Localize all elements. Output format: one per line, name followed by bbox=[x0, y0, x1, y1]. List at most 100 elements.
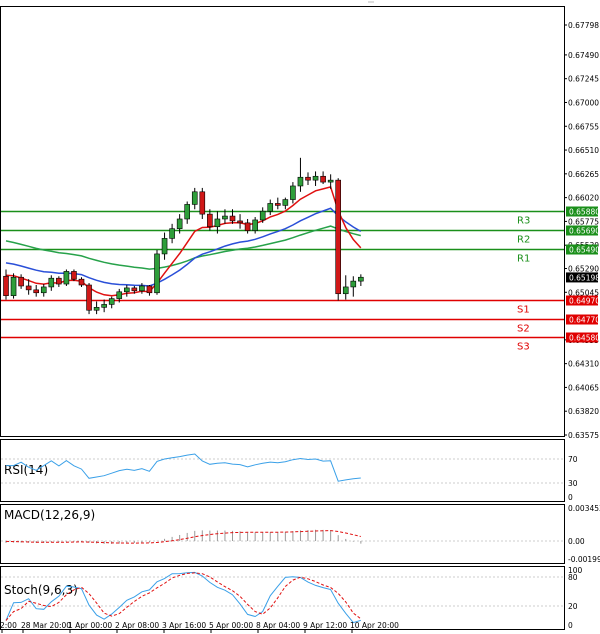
level-name-s1: S1 bbox=[517, 305, 530, 316]
candle-body bbox=[274, 203, 281, 206]
price-tick-label: 0.63575 bbox=[568, 431, 599, 440]
candle-body bbox=[25, 285, 32, 291]
candle-body bbox=[184, 204, 190, 220]
candle-body bbox=[222, 215, 228, 220]
price-tick-label: 0.66020 bbox=[568, 194, 599, 203]
candle-body bbox=[252, 219, 258, 231]
time-tick-label: 9 Apr 12:00 bbox=[303, 621, 347, 630]
macd-tick-high: 0.003453 bbox=[568, 504, 600, 513]
candle-body bbox=[56, 277, 62, 285]
candle-body bbox=[78, 278, 85, 286]
candle-body bbox=[176, 218, 183, 229]
candle-body bbox=[33, 289, 40, 294]
time-tick-label: 8 Apr 04:00 bbox=[256, 621, 300, 630]
trading-chart[interactable]: 0.67798 0.67490 0.67245 0.67000 0.66755 0.665… bbox=[0, 0, 600, 634]
rsi-tick-0: 0 bbox=[568, 493, 573, 502]
level-name-s3: S3 bbox=[517, 342, 530, 353]
price-tick-label: 0.64065 bbox=[568, 383, 599, 392]
rsi-pane-frame bbox=[0, 439, 565, 502]
level-name-r1: R1 bbox=[517, 254, 530, 265]
candle-body bbox=[10, 276, 17, 296]
time-tick-label: 3 Apr 16:00 bbox=[162, 621, 206, 630]
candle-body bbox=[71, 271, 77, 280]
candle-body bbox=[229, 215, 236, 222]
candle-body bbox=[40, 286, 47, 294]
price-tick-label: 0.66265 bbox=[568, 170, 599, 179]
candle-body bbox=[342, 286, 349, 295]
time-tick-label: 2 Apr 08:00 bbox=[115, 621, 159, 630]
candle-body bbox=[320, 175, 326, 183]
candle-body bbox=[124, 287, 130, 293]
level-price-label-s1: 0.64970 bbox=[569, 297, 600, 306]
candle-body bbox=[350, 280, 357, 288]
macd-title: MACD(12,26,9) bbox=[4, 508, 95, 522]
candle-body bbox=[161, 238, 168, 255]
candle-body bbox=[101, 304, 107, 308]
stoch-tick-0: 0 bbox=[568, 621, 573, 630]
price-tick-label: 0.66755 bbox=[568, 122, 599, 131]
rsi-tick-30: 30 bbox=[568, 479, 578, 488]
candle-body bbox=[312, 175, 319, 181]
rsi-tick-70: 70 bbox=[568, 455, 578, 464]
price-tick-label: 0.67490 bbox=[568, 51, 599, 60]
macd-tick-zero: 0.00 bbox=[568, 537, 585, 546]
candle-body bbox=[169, 228, 175, 239]
time-tick-label: 1 Apr 00:00 bbox=[68, 621, 112, 630]
price-tick-label: 0.67000 bbox=[568, 98, 599, 107]
candle-body bbox=[237, 220, 243, 224]
level-price-label-s2: 0.64770 bbox=[569, 316, 600, 325]
candle-body bbox=[48, 277, 55, 288]
current-price-marker: 0.65198 bbox=[566, 272, 600, 283]
level-price-label-s3: 0.64580 bbox=[569, 334, 600, 343]
candle-body bbox=[63, 271, 70, 285]
current-price-label: 0.65198 bbox=[569, 273, 600, 282]
candle-body bbox=[18, 276, 24, 287]
candle-body bbox=[214, 218, 221, 228]
price-tick-label: 0.67798 bbox=[568, 21, 599, 30]
time-axis: 2:00 28 Mar 20:001 Apr 00:00 2 Apr 08:00 3 … bbox=[0, 621, 399, 633]
candle-body bbox=[154, 253, 160, 294]
candle-body bbox=[267, 203, 274, 212]
candle-body bbox=[305, 176, 311, 181]
candle-body bbox=[131, 287, 138, 292]
candle-body bbox=[327, 179, 334, 183]
candle-body bbox=[191, 191, 198, 205]
level-name-s2: S2 bbox=[517, 324, 530, 335]
time-tick-label: 28 Mar 20:00 bbox=[21, 621, 71, 630]
candle-body bbox=[116, 291, 123, 299]
price-tick-label: 0.65290 bbox=[568, 264, 599, 273]
candle-body bbox=[199, 191, 206, 215]
candle-body bbox=[86, 284, 92, 311]
price-tick-label: 0.64310 bbox=[568, 360, 599, 369]
level-price-label-r3: 0.65880 bbox=[569, 208, 600, 217]
candle-body bbox=[3, 275, 9, 296]
price-tick-label: 0.67245 bbox=[568, 75, 599, 84]
time-tick-label: 10 Apr 20:00 bbox=[350, 621, 399, 630]
main-chart-frame bbox=[0, 6, 565, 437]
stoch-title: Stoch(9,6,3) bbox=[4, 583, 78, 597]
price-tick-label: 0.66510 bbox=[568, 146, 599, 155]
candle-body bbox=[146, 285, 153, 294]
price-tick-label: 0.65775 bbox=[568, 217, 599, 226]
macd-tick-low: -0.001999 bbox=[568, 555, 600, 564]
candle-body bbox=[108, 298, 115, 305]
level-price-label-r2: 0.65690 bbox=[569, 227, 600, 236]
level-price-label-r1: 0.65490 bbox=[569, 246, 600, 255]
candle-body bbox=[93, 307, 100, 311]
stoch-tick-20: 20 bbox=[568, 602, 578, 611]
candle-body bbox=[259, 210, 266, 221]
time-tick-label: 2:00 bbox=[0, 621, 17, 630]
candle-body bbox=[139, 285, 145, 292]
candle-body bbox=[290, 185, 296, 200]
candle-body bbox=[244, 222, 251, 231]
candle-body bbox=[207, 213, 213, 228]
candle-body bbox=[297, 176, 304, 187]
time-tick-label: 5 Apr 00:00 bbox=[209, 621, 253, 630]
candle-body bbox=[282, 199, 289, 206]
stoch-tick-80: 80 bbox=[568, 573, 578, 582]
price-tick-label: 0.63820 bbox=[568, 407, 599, 416]
level-name-r2: R2 bbox=[517, 235, 530, 246]
candle-body bbox=[358, 276, 364, 282]
level-name-r3: R3 bbox=[517, 216, 530, 227]
candle-body bbox=[335, 179, 342, 295]
